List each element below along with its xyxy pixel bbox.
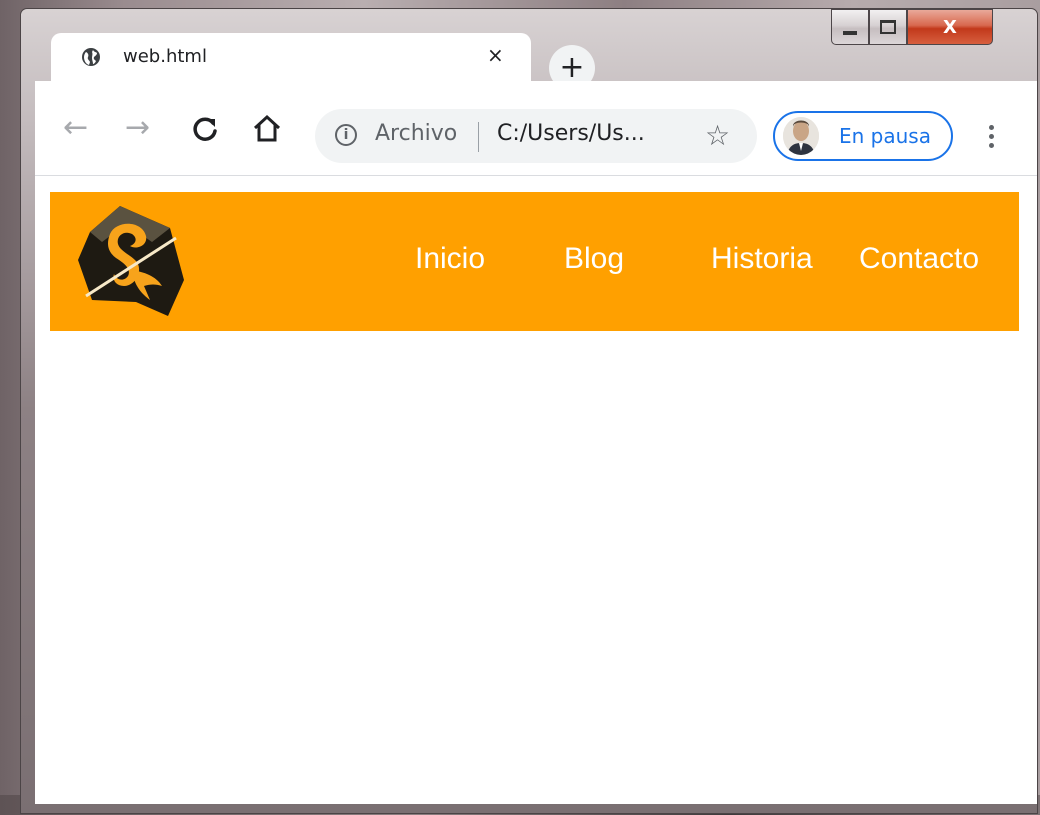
address-separator	[478, 122, 479, 152]
scheme-label: Archivo	[375, 121, 458, 146]
page-viewport: Inicio Blog Historia Contacto	[35, 176, 1037, 804]
maximize-button[interactable]	[869, 9, 907, 45]
profile-status: En pausa	[839, 124, 931, 148]
info-icon[interactable]: i	[335, 124, 357, 146]
back-arrow-icon[interactable]: ←	[63, 113, 88, 143]
browser-window: X web.html × + ← → i Archivo C:/Users/Us…	[20, 8, 1038, 814]
forward-arrow-icon[interactable]: →	[125, 113, 150, 143]
nav-link-inicio[interactable]: Inicio	[415, 242, 485, 276]
window-controls: X	[831, 9, 993, 47]
minimize-button[interactable]	[831, 9, 869, 45]
more-menu-icon[interactable]	[989, 125, 995, 148]
maximize-icon	[880, 20, 896, 34]
browser-toolbar: ← → i Archivo C:/Users/Us... ☆ En pausa	[35, 81, 1037, 176]
address-bar[interactable]: i Archivo C:/Users/Us... ☆	[315, 109, 757, 163]
globe-icon	[82, 48, 100, 66]
url-text[interactable]: C:/Users/Us...	[497, 121, 645, 146]
site-logo[interactable]	[72, 202, 192, 322]
nav-link-contacto[interactable]: Contacto	[859, 242, 979, 276]
site-header: Inicio Blog Historia Contacto	[50, 192, 1019, 331]
minimize-icon	[843, 31, 857, 35]
profile-button[interactable]: En pausa	[773, 111, 953, 161]
close-icon: X	[943, 16, 957, 38]
reload-icon[interactable]	[191, 115, 219, 143]
window-close-button[interactable]: X	[907, 9, 993, 45]
bookmark-star-icon[interactable]: ☆	[705, 119, 730, 152]
nav-link-historia[interactable]: Historia	[711, 242, 813, 276]
nav-link-blog[interactable]: Blog	[564, 242, 624, 276]
tab-web-html[interactable]: web.html ×	[51, 33, 531, 81]
tab-close-icon[interactable]: ×	[487, 43, 504, 67]
avatar	[783, 117, 819, 155]
plus-icon: +	[559, 50, 585, 85]
home-icon[interactable]	[251, 113, 283, 143]
tab-title: web.html	[123, 46, 207, 67]
